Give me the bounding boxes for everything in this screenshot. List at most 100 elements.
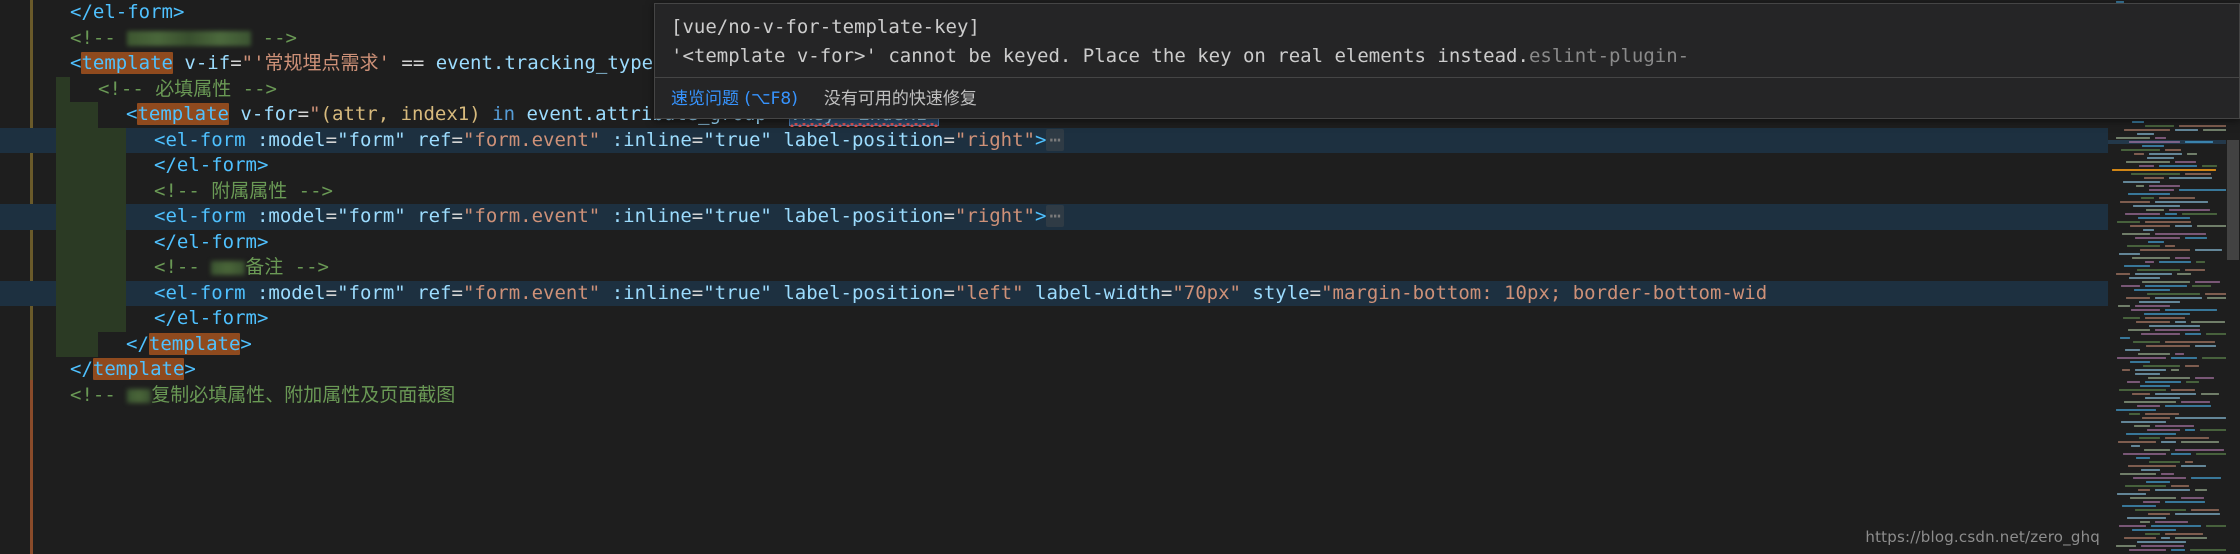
minimap-row [2108, 548, 2226, 552]
code-token: "form.event" [462, 281, 601, 304]
minimap-token [2120, 200, 2150, 203]
minimap-token [2147, 428, 2180, 431]
code-token: < [154, 128, 166, 151]
minimap-token [2137, 404, 2160, 407]
minimap-token [2175, 256, 2190, 259]
minimap-token [2129, 412, 2140, 415]
minimap-token [2141, 468, 2160, 471]
minimap-token [2165, 148, 2181, 151]
tag-occurrence-highlight[interactable]: template [81, 52, 173, 74]
minimap-token [2142, 280, 2190, 283]
minimap-token [2165, 212, 2177, 215]
minimap-token [2175, 536, 2207, 539]
minimap-token [2123, 180, 2160, 183]
code-line-text: <!-- 复制必填属性、附加属性及页面截图 [14, 383, 455, 409]
minimap-token [2175, 448, 2224, 451]
scrollbar-thumb[interactable] [2227, 140, 2239, 260]
code-line[interactable]: </el-form> [0, 229, 2140, 255]
minimap-token [2155, 392, 2196, 395]
code-token: 复制必填属性、附加属性及页面截图 [151, 383, 456, 406]
code-line[interactable]: </template> [0, 357, 2140, 383]
minimap-token [2137, 540, 2186, 543]
hover-action-bar[interactable]: 速览问题 (⌥F8) 没有可用的快速修复 [655, 78, 2239, 118]
minimap-token [2142, 416, 2170, 419]
minimap-token [2171, 452, 2191, 455]
code-token: = [451, 128, 463, 151]
minimap-token [2117, 356, 2166, 359]
code-line-text: </el-form> [14, 0, 184, 26]
minimap-token [2145, 412, 2179, 415]
minimap-token [2171, 484, 2189, 487]
minimap-token [2120, 472, 2156, 475]
minimap-token [2185, 460, 2193, 463]
code-token: = [1160, 281, 1173, 304]
code-token: <!-- [70, 26, 128, 49]
minimap-token [2181, 496, 2204, 499]
minimap-token [2175, 512, 2220, 515]
tag-occurrence-highlight[interactable]: template [92, 358, 185, 380]
minimap-token [2147, 156, 2174, 159]
minimap-token [2132, 392, 2150, 395]
minimap-token [2202, 356, 2226, 359]
code-line[interactable]: <!-- 复制必填属性、附加属性及页面截图 [0, 383, 2140, 409]
hover-message-text: '<template v-for>' cannot be keyed. Plac… [671, 45, 1529, 67]
tag-occurrence-highlight[interactable]: template [137, 103, 229, 125]
minimap-token [2137, 268, 2180, 271]
code-line[interactable]: </template> [0, 331, 2140, 357]
eslint-hover-tooltip[interactable]: [vue/no-v-for-template-key] '<template v… [654, 3, 2240, 119]
code-line[interactable]: </el-form> [0, 306, 2140, 332]
code-token: " [309, 103, 321, 125]
minimap-token [2125, 212, 2160, 215]
code-line[interactable]: <el-form :model="form" ref="form.event" … [0, 127, 2140, 153]
minimap-token [2145, 124, 2174, 127]
code-token: "true" [703, 205, 772, 227]
code-line[interactable]: <el-form :model="form" ref="form.event" … [0, 280, 2140, 306]
code-token: <!-- [154, 256, 212, 278]
minimap-token [2122, 504, 2156, 507]
minimap-token [2122, 368, 2130, 371]
minimap-token [2191, 508, 2219, 511]
minimap-token [2169, 176, 2212, 179]
minimap-token [2138, 216, 2190, 219]
minimap-token [2124, 264, 2150, 267]
minimap-token [2138, 352, 2170, 355]
minimap-token [2144, 312, 2190, 315]
minimap-token [2148, 240, 2164, 243]
minimap-token [2145, 396, 2180, 399]
peek-problem-link[interactable]: 速览问题 (⌥F8) [671, 84, 798, 109]
folded-region-indicator[interactable]: ⋯ [1046, 205, 1064, 227]
code-line[interactable]: </el-form> [0, 153, 2140, 179]
code-line-text: </el-form> [14, 306, 268, 332]
code-token: </ [70, 358, 93, 380]
minimap-token [2145, 380, 2181, 383]
indent-scope-guide [56, 306, 126, 332]
minimap-token [2165, 340, 2215, 343]
minimap-token [2130, 360, 2150, 363]
minimap-token [2135, 272, 2172, 275]
indent-scope-guide [56, 153, 126, 179]
code-token: </el-form> [154, 154, 269, 176]
code-token: = [325, 205, 338, 227]
minimap-token [2165, 532, 2203, 535]
minimap-token [2147, 292, 2200, 295]
tag-occurrence-highlight[interactable]: template [148, 332, 241, 355]
code-token: label-width [1035, 281, 1161, 304]
code-line[interactable]: <!-- 附属属性 --> [0, 178, 2140, 204]
minimap-token [2195, 376, 2214, 379]
code-line[interactable]: <!-- 备注 --> [0, 255, 2140, 281]
folded-region-indicator[interactable]: ⋯ [1046, 128, 1064, 151]
minimap-token [2151, 524, 2201, 527]
code-token: = [325, 128, 338, 151]
code-token: in [492, 103, 516, 125]
code-token: el-form [165, 205, 246, 227]
no-quick-fix-label: 没有可用的快速修复 [823, 89, 977, 109]
minimap-token [2139, 436, 2160, 439]
code-line[interactable]: <el-form :model="form" ref="form.event" … [0, 204, 2140, 230]
minimap-token [2143, 228, 2154, 231]
code-token: "margin-bottom: 10px; border-bottom-wid [1321, 281, 1768, 304]
